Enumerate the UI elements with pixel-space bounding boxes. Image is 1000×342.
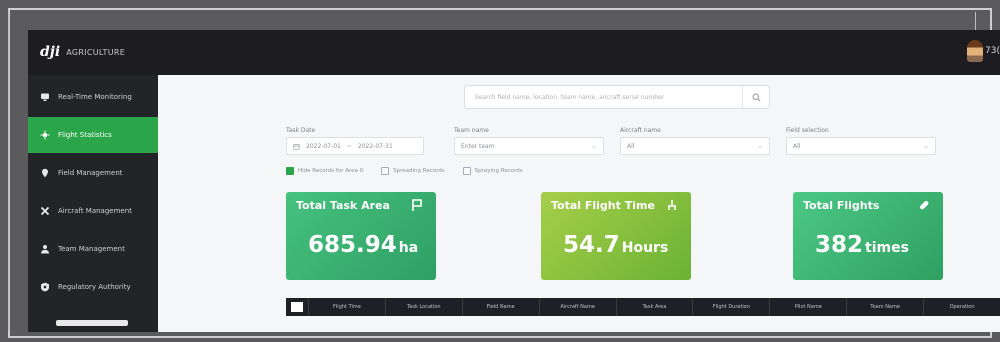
task-date-start[interactable]: 2022-07-01	[306, 143, 341, 150]
column-header-operation[interactable]: Operation	[923, 298, 1000, 316]
brand-logo[interactable]: dji AGRICULTURE	[40, 44, 125, 60]
location-pin-icon	[42, 168, 48, 178]
option-label: Hide Records for Area 0	[298, 168, 364, 174]
hide-area-zero-checkbox[interactable]: Hide Records for Area 0	[286, 167, 363, 175]
aircraft-name-select[interactable]: All ⌄	[620, 137, 770, 155]
field-selection-label: Field selection	[786, 127, 829, 134]
product-name: AGRICULTURE	[66, 47, 126, 57]
total-task-area-unit: ha	[398, 240, 419, 256]
column-header-flight-duration[interactable]: Flight Duration	[692, 298, 769, 316]
spreading-records-checkbox[interactable]: Spreading Records	[381, 167, 445, 175]
shield-icon	[41, 282, 49, 292]
user-label: 73(	[985, 46, 1000, 56]
card-title: Total Flight Time	[551, 199, 655, 212]
team-name-value: Enter team	[461, 142, 495, 150]
total-flight-time-unit: Hours	[621, 240, 669, 256]
total-flights-unit: times	[865, 240, 909, 256]
sidebar-item-aircraft-management[interactable]: Aircraft Management	[28, 193, 158, 229]
calendar-icon	[293, 143, 300, 150]
sidebar-item-label: Real-Time Monitoring	[58, 93, 132, 101]
column-header-task-location[interactable]: Task Location	[384, 298, 462, 316]
aircraft-icon	[40, 206, 50, 216]
aircraft-name-label: Aircraft name	[620, 127, 661, 134]
task-date-end[interactable]: 2022-07-31	[358, 143, 393, 150]
option-label: Spraying Records	[474, 168, 523, 174]
field-selection-select[interactable]: All ⌄	[786, 137, 936, 155]
dji-logo-mark: dji	[40, 44, 61, 60]
card-title: Total Flights	[803, 199, 880, 212]
records-table-header: Flight Time Task Location Field Name Air…	[286, 298, 1000, 316]
aircraft-name-value: All	[627, 142, 635, 150]
sidebar-item-field-management[interactable]: Field Management	[28, 155, 158, 191]
pill-icon	[919, 200, 929, 210]
card-value: 54.7 Hours	[563, 232, 668, 258]
card-value: 685.94 ha	[308, 232, 418, 258]
monitor-icon	[41, 93, 49, 101]
sidebar-item-regulatory-authority[interactable]: Regulatory Authority	[28, 269, 158, 305]
sidebar-scroll-indicator[interactable]	[56, 320, 128, 326]
sidebar-item-label: Field Management	[58, 169, 123, 177]
spraying-records-checkbox[interactable]: Spraying Records	[462, 167, 523, 175]
search-bar[interactable]: Search field name, location, team name, …	[464, 85, 770, 109]
sidebar-item-flight-statistics[interactable]: Flight Statistics	[28, 117, 158, 153]
total-task-area-card: Total Task Area 685.94 ha	[286, 192, 436, 280]
drone-icon	[668, 200, 676, 210]
team-name-label: Team name	[454, 127, 489, 134]
sidebar-item-label: Flight Statistics	[58, 131, 112, 139]
column-header-team-name[interactable]: Team Name	[846, 298, 923, 316]
checkbox-icon[interactable]	[286, 167, 294, 175]
total-flight-time-value: 54.7	[563, 232, 620, 258]
avatar[interactable]	[967, 40, 984, 62]
search-input[interactable]: Search field name, location, team name, …	[475, 94, 742, 101]
task-date-label: Task Date	[286, 127, 316, 134]
column-header-aircraft-name[interactable]: Aircraft Name	[538, 298, 616, 316]
task-date-range-picker[interactable]: 2022-07-01 ~ 2022-07-31	[286, 137, 424, 155]
sidebar-item-label: Regulatory Authority	[58, 283, 131, 291]
main-content: Search field name, location, team name, …	[158, 75, 1000, 332]
checkbox-icon[interactable]	[462, 167, 471, 175]
card-title: Total Task Area	[296, 199, 390, 212]
checkbox-icon[interactable]	[381, 167, 390, 175]
sidebar-item-real-time-monitoring[interactable]: Real-Time Monitoring	[28, 79, 158, 115]
app-window: dji AGRICULTURE 73( Real-Time Monitoring…	[28, 30, 1000, 332]
search-icon	[752, 93, 761, 102]
top-bar: dji AGRICULTURE 73(	[28, 30, 1000, 75]
select-all-checkbox[interactable]	[291, 302, 303, 312]
sidebar-item-team-management[interactable]: Team Management	[28, 231, 158, 267]
field-selection-value: All	[793, 142, 801, 150]
chevron-down-icon: ⌄	[923, 142, 929, 150]
total-flight-time-card: Total Flight Time 54.7 Hours	[541, 192, 691, 280]
card-value: 382 times	[815, 232, 909, 258]
flag-icon	[412, 199, 422, 211]
team-icon	[41, 245, 49, 254]
sidebar-item-label: Team Management	[58, 245, 125, 253]
total-flights-value: 382	[815, 232, 864, 258]
sidebar: Real-Time Monitoring Flight Statistics F…	[28, 75, 158, 332]
column-header-task-area[interactable]: Task Area	[615, 298, 693, 316]
column-header-pilot-name[interactable]: Pilot Name	[769, 298, 846, 316]
sidebar-item-label: Aircraft Management	[58, 207, 132, 215]
column-header-flight-time[interactable]: Flight Time	[308, 298, 385, 316]
record-filter-options: Hide Records for Area 0 Spreading Record…	[286, 167, 523, 175]
statistics-icon	[40, 130, 50, 140]
chevron-down-icon: ⌄	[757, 142, 763, 150]
option-label: Spreading Records	[393, 168, 445, 174]
column-header-field-name[interactable]: Field Name	[461, 298, 539, 316]
total-flights-card: Total Flights 382 times	[793, 192, 943, 280]
total-task-area-value: 685.94	[308, 232, 397, 258]
date-separator-icon: ~	[346, 142, 352, 150]
chevron-down-icon: ⌄	[591, 142, 597, 150]
user-menu[interactable]: 73(	[967, 40, 1000, 62]
team-name-select[interactable]: Enter team ⌄	[454, 137, 604, 155]
search-button[interactable]	[742, 86, 769, 108]
